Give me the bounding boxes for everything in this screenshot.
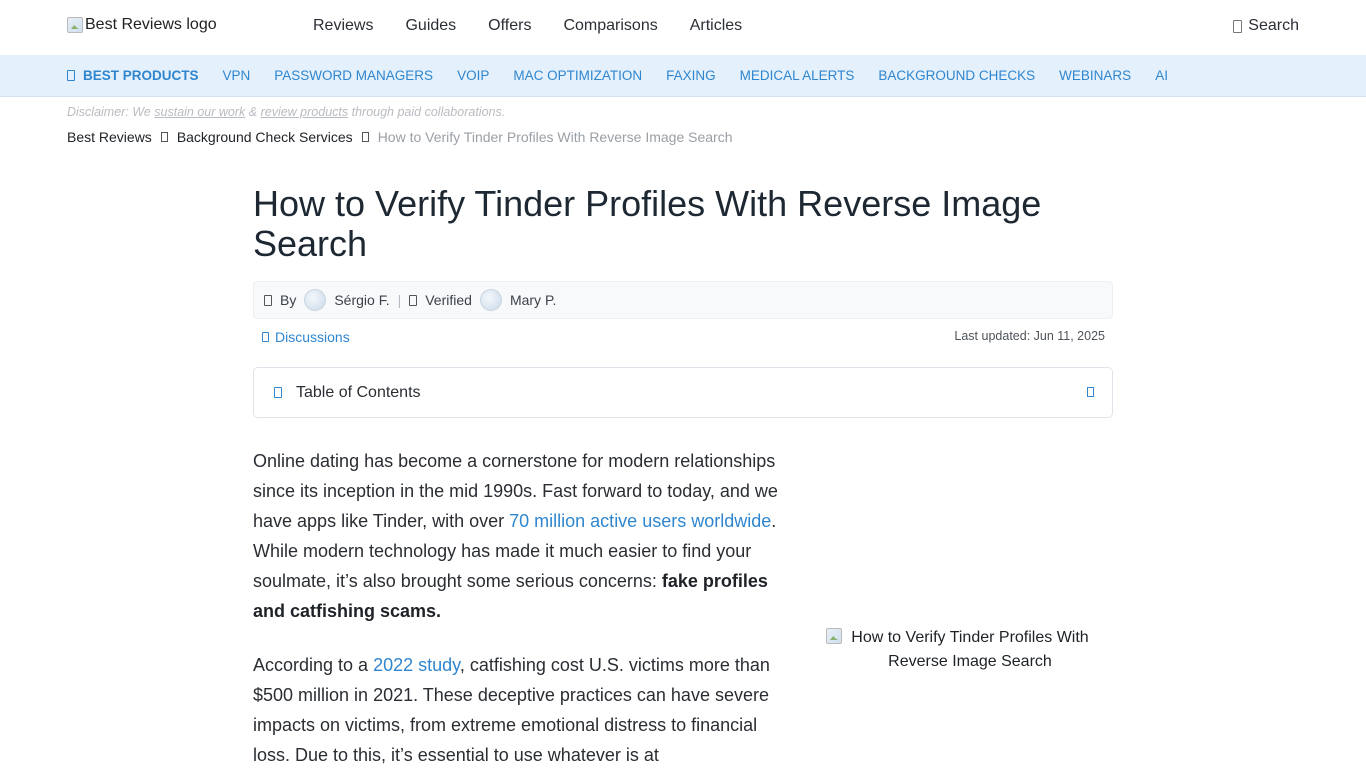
- by-label: By: [280, 292, 297, 308]
- nav-guides[interactable]: Guides: [405, 17, 456, 35]
- search-icon: [1233, 19, 1243, 33]
- list-icon: [274, 387, 282, 398]
- author-name[interactable]: Sérgio F.: [334, 292, 389, 308]
- breadcrumb-home[interactable]: Best Reviews: [67, 129, 152, 145]
- discussions-link[interactable]: Discussions: [262, 329, 350, 345]
- user-icon: [264, 294, 272, 306]
- category-faxing[interactable]: FAXING: [666, 68, 716, 83]
- article-image-alt: How to Verify Tinder Profiles With Rever…: [851, 629, 1089, 670]
- toc-label: Table of Contents: [296, 383, 421, 401]
- category-webinars[interactable]: WEBINARS: [1059, 68, 1131, 83]
- nav-comparisons[interactable]: Comparisons: [563, 17, 657, 35]
- disclaimer-suffix: through paid collaborations.: [348, 105, 506, 119]
- category-password-managers[interactable]: PASSWORD MANAGERS: [274, 68, 433, 83]
- search-button[interactable]: Search: [1233, 17, 1299, 35]
- category-ai[interactable]: AI: [1155, 68, 1168, 83]
- main-nav: Reviews Guides Offers Comparisons Articl…: [313, 17, 742, 35]
- byline-divider: |: [397, 292, 402, 308]
- disclaimer: Disclaimer: We sustain our work & review…: [67, 105, 505, 119]
- disclaimer-middle: &: [245, 105, 261, 119]
- p2-text-1: According to a: [253, 655, 374, 675]
- intro-paragraph: Online dating has become a cornerstone f…: [253, 446, 783, 626]
- search-label: Search: [1248, 17, 1299, 34]
- nav-offers[interactable]: Offers: [488, 17, 531, 35]
- nav-articles[interactable]: Articles: [690, 17, 742, 35]
- review-products-link[interactable]: review products: [261, 105, 349, 119]
- broken-image-icon: [67, 17, 83, 33]
- broken-image-icon: [826, 628, 842, 644]
- chevron-right-icon: [160, 132, 168, 142]
- nav-reviews[interactable]: Reviews: [313, 17, 373, 35]
- category-vpn[interactable]: VPN: [223, 68, 251, 83]
- category-medical-alerts[interactable]: MEDICAL ALERTS: [740, 68, 855, 83]
- verified-label: Verified: [425, 292, 472, 308]
- category-background-checks[interactable]: BACKGROUND CHECKS: [878, 68, 1035, 83]
- page-title: How to Verify Tinder Profiles With Rever…: [253, 183, 1042, 264]
- article-image: How to Verify Tinder Profiles With Rever…: [826, 626, 1114, 674]
- best-products-link[interactable]: BEST PRODUCTS: [67, 68, 199, 83]
- star-icon: [67, 70, 75, 81]
- comment-icon: [262, 332, 269, 342]
- breadcrumb-category[interactable]: Background Check Services: [177, 129, 353, 145]
- site-header: Best Reviews logo Reviews Guides Offers …: [0, 0, 1366, 55]
- best-products-label: BEST PRODUCTS: [83, 68, 199, 83]
- category-bar: BEST PRODUCTS VPN PASSWORD MANAGERS VOIP…: [0, 55, 1366, 97]
- breadcrumb: Best Reviews Background Check Services H…: [67, 129, 733, 145]
- category-voip[interactable]: VOIP: [457, 68, 489, 83]
- disclaimer-prefix: Disclaimer: We: [67, 105, 155, 119]
- author-byline: By Sérgio F. | Verified Mary P.: [253, 281, 1113, 319]
- last-updated: Last updated: Jun 11, 2025: [954, 329, 1105, 343]
- chevron-right-icon: [361, 132, 369, 142]
- category-mac-optimization[interactable]: MAC OPTIMIZATION: [513, 68, 642, 83]
- chevron-down-icon: [1087, 387, 1094, 397]
- active-users-link[interactable]: 70 million active users worldwide: [509, 511, 771, 531]
- verifier-name[interactable]: Mary P.: [510, 292, 556, 308]
- sustain-link[interactable]: sustain our work: [154, 105, 245, 119]
- verifier-avatar[interactable]: [479, 289, 502, 311]
- breadcrumb-current: How to Verify Tinder Profiles With Rever…: [377, 129, 733, 145]
- table-of-contents-toggle[interactable]: Table of Contents: [253, 367, 1113, 418]
- site-logo[interactable]: Best Reviews logo: [67, 16, 217, 34]
- author-avatar[interactable]: [304, 289, 327, 311]
- check-icon: [409, 294, 418, 306]
- discussions-label: Discussions: [275, 329, 350, 345]
- logo-alt-text: Best Reviews logo: [85, 16, 217, 33]
- study-paragraph: According to a 2022 study, catfishing co…: [253, 650, 783, 768]
- study-link[interactable]: 2022 study: [373, 655, 460, 675]
